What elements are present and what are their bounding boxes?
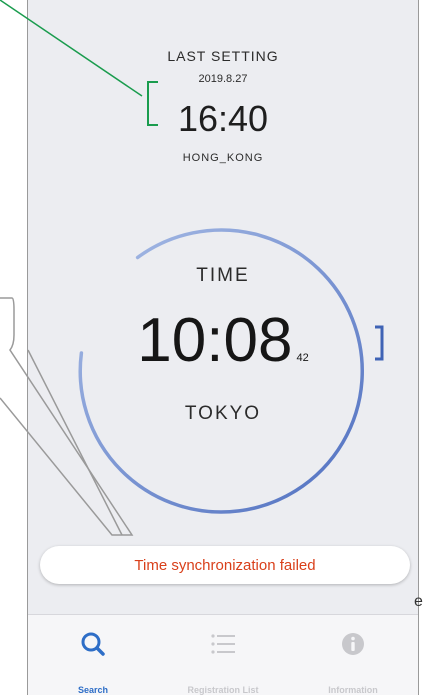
- clock-timezone: TOKYO: [184, 403, 262, 424]
- tab-registration-list-label: Registration List: [187, 685, 259, 695]
- tab-search-label: Search: [77, 685, 109, 695]
- tab-information-label: Information: [328, 685, 378, 695]
- annotation-text-fragment: e: [414, 593, 423, 610]
- tab-information[interactable]: Information: [288, 615, 418, 695]
- current-time-seconds: 42: [296, 352, 309, 364]
- tab-bar: Search Registration List Information: [28, 614, 418, 695]
- info-icon: [342, 633, 364, 655]
- sync-failed-toast: Time synchronization failed: [40, 546, 410, 584]
- current-time-hm: 10:08: [137, 306, 293, 375]
- tab-registration-list[interactable]: Registration List: [158, 615, 288, 695]
- toast-message: Time synchronization failed: [134, 556, 316, 574]
- phone-screen: LAST SETTING 2019.8.27 16:40 HONG_KONG T…: [27, 0, 419, 695]
- current-time: 10:08 42: [28, 310, 418, 372]
- list-icon: [211, 634, 235, 654]
- clock-label: TIME: [196, 265, 250, 286]
- search-icon: [81, 632, 105, 656]
- tab-search[interactable]: Search: [28, 615, 158, 695]
